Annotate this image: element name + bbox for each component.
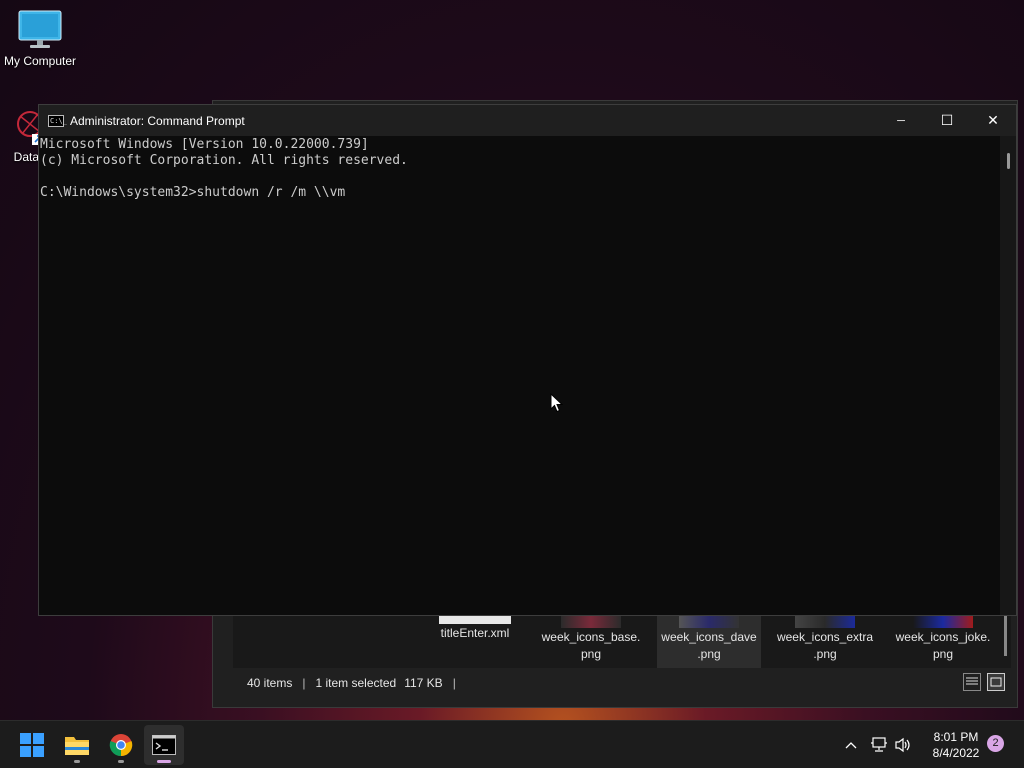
file-name-cont: .png bbox=[697, 647, 721, 661]
close-icon: ✕ bbox=[987, 112, 999, 128]
status-separator: | bbox=[302, 676, 306, 690]
maximize-icon: ☐ bbox=[940, 112, 954, 128]
console-line: (c) Microsoft Corporation. All rights re… bbox=[40, 153, 408, 168]
file-name: titleEnter.xml bbox=[440, 626, 510, 640]
file-name-cont: png bbox=[932, 647, 954, 661]
window-controls: ─ ☐ ✕ bbox=[878, 105, 1016, 136]
desktop-icon-my-computer[interactable]: My Computer bbox=[0, 10, 80, 68]
desktop-icon-label: My Computer bbox=[3, 54, 77, 68]
scrollbar-thumb[interactable] bbox=[1007, 153, 1010, 169]
file-name: week_icons_extra bbox=[776, 630, 874, 644]
minimize-button[interactable]: ─ bbox=[878, 105, 924, 136]
dataw-app-icon bbox=[17, 111, 42, 145]
running-indicator bbox=[74, 760, 80, 763]
clock-date: 8/4/2022 bbox=[932, 746, 980, 760]
file-name: week_icons_base. bbox=[541, 630, 641, 644]
console-prompt-line: C:\Windows\system32>shutdown /r /m \\vm bbox=[40, 185, 346, 200]
large-icons-view-icon[interactable] bbox=[987, 673, 1005, 691]
taskbar-command-prompt[interactable] bbox=[144, 725, 184, 765]
chevron-up-icon bbox=[845, 742, 857, 749]
console-scrollbar[interactable] bbox=[1000, 136, 1016, 615]
active-indicator bbox=[157, 760, 171, 763]
cmd-app-icon: C:\_ bbox=[48, 114, 67, 127]
maximize-button[interactable]: ☐ bbox=[924, 105, 970, 136]
clock-time: 8:01 PM bbox=[933, 730, 979, 744]
console-output[interactable]: Microsoft Windows [Version 10.0.22000.73… bbox=[39, 136, 1000, 615]
minimize-icon: ─ bbox=[897, 114, 905, 127]
volume-icon bbox=[895, 737, 910, 753]
terminal-icon bbox=[152, 735, 176, 755]
details-view-icon[interactable] bbox=[963, 673, 981, 691]
windows-start-icon bbox=[20, 733, 44, 757]
item-count: 40 items bbox=[247, 676, 293, 690]
close-button[interactable]: ✕ bbox=[970, 105, 1016, 136]
file-name: week_icons_dave bbox=[661, 630, 757, 644]
monitor-icon bbox=[18, 10, 62, 48]
network-icon bbox=[871, 737, 887, 752]
command-prompt-window[interactable]: C:\_ Administrator: Command Prompt ─ ☐ ✕… bbox=[38, 104, 1017, 616]
selection-size: 117 KB bbox=[404, 676, 443, 690]
running-indicator bbox=[118, 760, 124, 763]
file-name: week_icons_joke. bbox=[895, 630, 991, 644]
start-button[interactable] bbox=[12, 725, 52, 765]
file-name-cont: .png bbox=[813, 647, 837, 661]
taskbar-file-explorer[interactable] bbox=[57, 725, 97, 765]
taskbar: 8:01 PM 8/4/2022 bbox=[0, 720, 1024, 768]
console-line: Microsoft Windows [Version 10.0.22000.73… bbox=[40, 137, 369, 152]
view-toggle bbox=[963, 673, 1005, 691]
notification-badge[interactable]: 2 bbox=[987, 735, 1004, 752]
show-hidden-icons-button[interactable] bbox=[840, 721, 862, 768]
volume-button[interactable] bbox=[892, 721, 914, 768]
chrome-icon bbox=[109, 734, 133, 757]
selection-count: 1 item selected bbox=[315, 676, 397, 690]
network-button[interactable] bbox=[868, 721, 890, 768]
clock[interactable]: 8:01 PM 8/4/2022 bbox=[920, 729, 992, 761]
status-separator: | bbox=[452, 676, 456, 690]
mouse-pointer-icon bbox=[550, 393, 564, 413]
window-title: Administrator: Command Prompt bbox=[70, 113, 245, 128]
file-explorer-icon bbox=[65, 737, 89, 755]
explorer-status-bar: 40 items | 1 item selected 117 KB | bbox=[233, 669, 1011, 697]
taskbar-chrome[interactable] bbox=[101, 725, 141, 765]
title-bar[interactable]: C:\_ Administrator: Command Prompt ─ ☐ ✕ bbox=[39, 105, 1016, 136]
file-name-cont: png bbox=[580, 647, 602, 661]
